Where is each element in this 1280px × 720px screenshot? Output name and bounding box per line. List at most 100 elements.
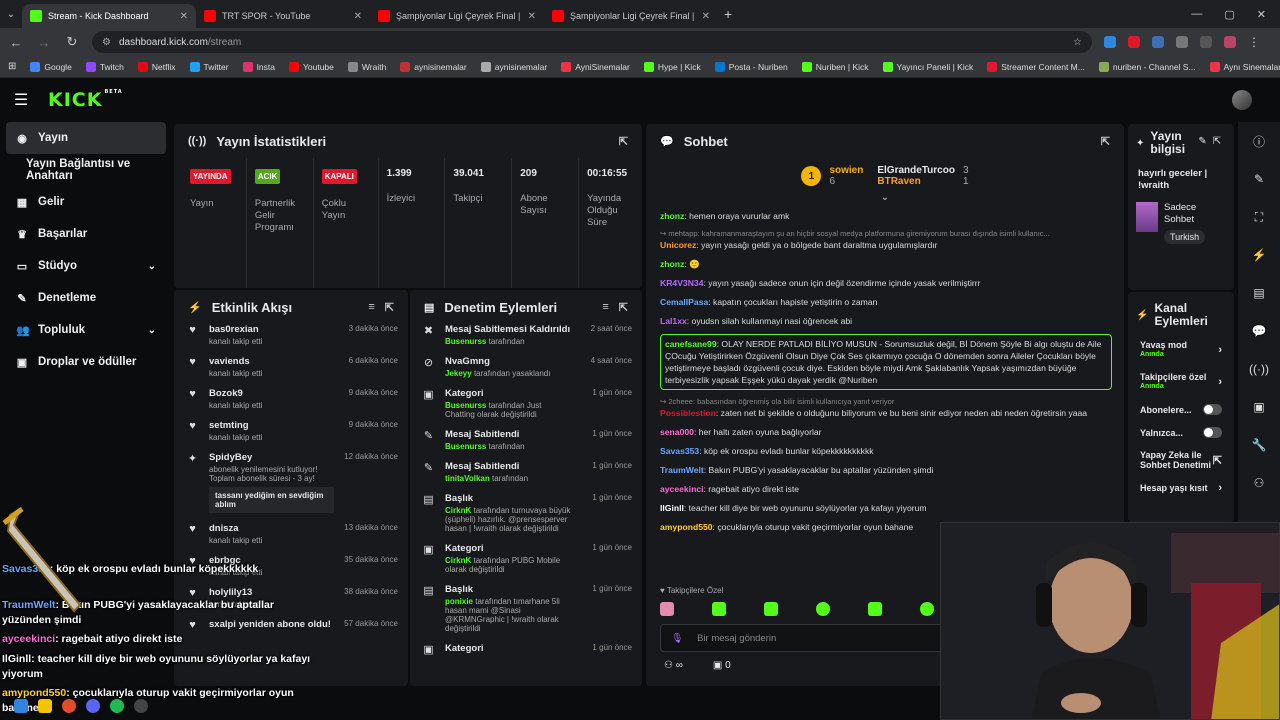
chat-username[interactable]: Unicorez [660,240,696,250]
wrench-icon[interactable]: 🔧 [1238,426,1280,464]
bookmark-item[interactable]: Youtube [289,61,334,72]
bookmark-item[interactable]: Insta [242,61,275,72]
chat-username[interactable]: Possiblestion [660,408,716,418]
forward-icon[interactable]: → [36,35,52,50]
chat-username[interactable]: zhonz [660,259,684,269]
edit-icon[interactable]: ✎ [1198,136,1206,147]
gifter-name[interactable]: BTRaven [877,176,955,187]
channel-action-item[interactable]: Abonelere... [1128,404,1234,415]
community-icon[interactable]: ⚇ [1238,464,1280,502]
windows-icon[interactable] [14,699,28,713]
external-link-icon[interactable]: ⇱ [1213,454,1222,467]
channel-action-item[interactable]: Hesap yaşı kısıt › [1128,482,1234,494]
browser-tab[interactable]: Stream - Kick Dashboard ✕ [22,4,196,28]
close-icon[interactable]: ✕ [702,11,710,22]
chevron-right-icon[interactable]: › [1218,482,1222,494]
browser-tab[interactable]: Şampiyonlar Ligi Çeyrek Final | ✕ [370,4,544,28]
moderator-name[interactable]: CirknK [445,506,471,515]
moderator-name[interactable]: Busenurss [445,401,486,410]
emote-icon[interactable] [660,602,674,616]
site-info-icon[interactable]: ⚙ [102,37,111,48]
sidebar-item[interactable]: ▭ Stüdyo ⌄ [0,250,172,282]
bookmark-item[interactable]: Google [30,61,72,72]
gift-count[interactable]: ▣ 0 [713,660,731,671]
spotify-icon[interactable] [110,699,124,713]
chat-icon[interactable]: 💬 [1238,312,1280,350]
activity-user[interactable]: vaviends [209,356,334,367]
back-icon[interactable]: ← [8,35,24,50]
emote-icon[interactable] [868,602,882,616]
sidebar-item[interactable]: Yayın Bağlantısı ve Anahtarı [0,154,172,186]
close-icon[interactable]: ✕ [354,11,362,22]
url-field[interactable]: ⚙ dashboard.kick.com/stream ☆ [92,31,1092,53]
chat-username[interactable]: Lal1xx [660,316,687,326]
bookmark-item[interactable]: Netflix [137,61,176,72]
popout-icon[interactable]: ⇱ [619,301,628,314]
chat-username[interactable]: Savas353 [660,446,699,456]
browser-tab[interactable]: Şampiyonlar Ligi Çeyrek Final | ✕ [544,4,718,28]
broadcast-icon[interactable]: ((·)) [1238,350,1280,388]
moderator-name[interactable]: CirknK [445,556,471,565]
reload-icon[interactable]: ↻ [64,34,80,50]
emote-icon[interactable] [816,602,830,616]
chrome-icon[interactable] [62,699,76,713]
edit-icon[interactable]: ✎ [1238,160,1280,198]
bookmark-star-icon[interactable]: ☆ [1073,37,1082,48]
sidebar-item[interactable]: ▦ Gelir [0,186,172,218]
tag-turkish[interactable]: Turkish [1164,230,1206,244]
bookmark-item[interactable]: Streamer Content M... [987,61,1085,72]
channel-action-item[interactable]: Yapay Zeka ile Sohbet Denetimi ⇱ [1128,450,1234,470]
new-tab-button[interactable]: + [724,6,732,22]
sidebar-item[interactable]: 👥 Topluluk ⌄ [0,314,172,346]
bookmark-item[interactable]: nuriben - Channel S... [1098,61,1196,72]
chat-username[interactable]: KR4V3N34 [660,278,703,288]
chat-username[interactable]: canefsane99 [665,339,717,349]
channel-action-item[interactable]: Yalnızca... [1128,427,1234,438]
chevron-right-icon[interactable]: › [1218,344,1222,356]
sidebar-item[interactable]: ✎ Denetleme [0,282,172,314]
browser-tab[interactable]: TRT SPOR - YouTube ✕ [196,4,370,28]
close-icon[interactable]: ✕ [528,11,536,22]
tab-search-button[interactable]: ⌄ [0,9,22,20]
chat-username[interactable]: TraumWelt [660,465,704,475]
moderator-name[interactable]: Jekeyy [445,369,472,378]
sidebar-item[interactable]: ▣ Droplar ve ödüller [0,346,172,378]
gifter-name[interactable]: ElGrandeTurcoo [877,165,955,176]
activity-user[interactable]: Bozok9 [209,388,334,399]
moderator-name[interactable]: Busenurss [445,337,486,346]
apps-icon[interactable]: ⊞ [8,61,16,72]
chat-username[interactable]: CemalIPasa [660,297,708,307]
emote-icon[interactable] [712,602,726,616]
calendar-icon[interactable]: ▣ [1238,388,1280,426]
window-controls[interactable]: — ▢ ✕ [1191,8,1280,21]
folder-icon[interactable] [38,699,52,713]
activity-user[interactable]: bas0rexian [209,324,334,335]
bookmark-item[interactable]: aynisinemalar [400,61,467,72]
media-icon[interactable] [1200,36,1212,48]
moderator-name[interactable]: Busenurss [445,442,486,451]
infinity-icon[interactable]: ⚇ ∞ [664,660,683,671]
activity-user[interactable]: SpidyBey [209,452,334,463]
extension-icon[interactable] [1152,36,1164,48]
popout-icon[interactable]: ⇱ [619,135,628,148]
bookmark-item[interactable]: Hype | Kick [643,61,701,72]
bookmark-item[interactable]: Nuriben | Kick [801,61,869,72]
sidebar-item[interactable]: ♛ Başarılar [0,218,172,250]
obs-icon[interactable] [134,699,148,713]
chevron-right-icon[interactable]: › [1218,376,1222,388]
profile-icon[interactable] [1224,36,1236,48]
document-icon[interactable]: ▤ [1238,274,1280,312]
bookmark-item[interactable]: aynisinemalar [480,61,547,72]
extension-icon[interactable] [1128,36,1140,48]
discord-icon[interactable] [86,699,100,713]
emote-icon[interactable] [764,602,778,616]
chat-username[interactable]: ayceekinci [660,484,703,494]
toggle-switch[interactable] [1203,427,1222,438]
channel-action-item[interactable]: Yavaş mod Anında › [1128,340,1234,360]
fullscreen-icon[interactable]: ⛶ [1238,198,1280,236]
gifter-name[interactable]: sowien [829,165,863,176]
bookmark-item[interactable]: Twitter [189,61,229,72]
sidebar-item[interactable]: ◉ Yayın [6,122,166,154]
chat-username[interactable]: zhonz [660,211,684,221]
filter-icon[interactable]: ≡ [602,301,608,313]
